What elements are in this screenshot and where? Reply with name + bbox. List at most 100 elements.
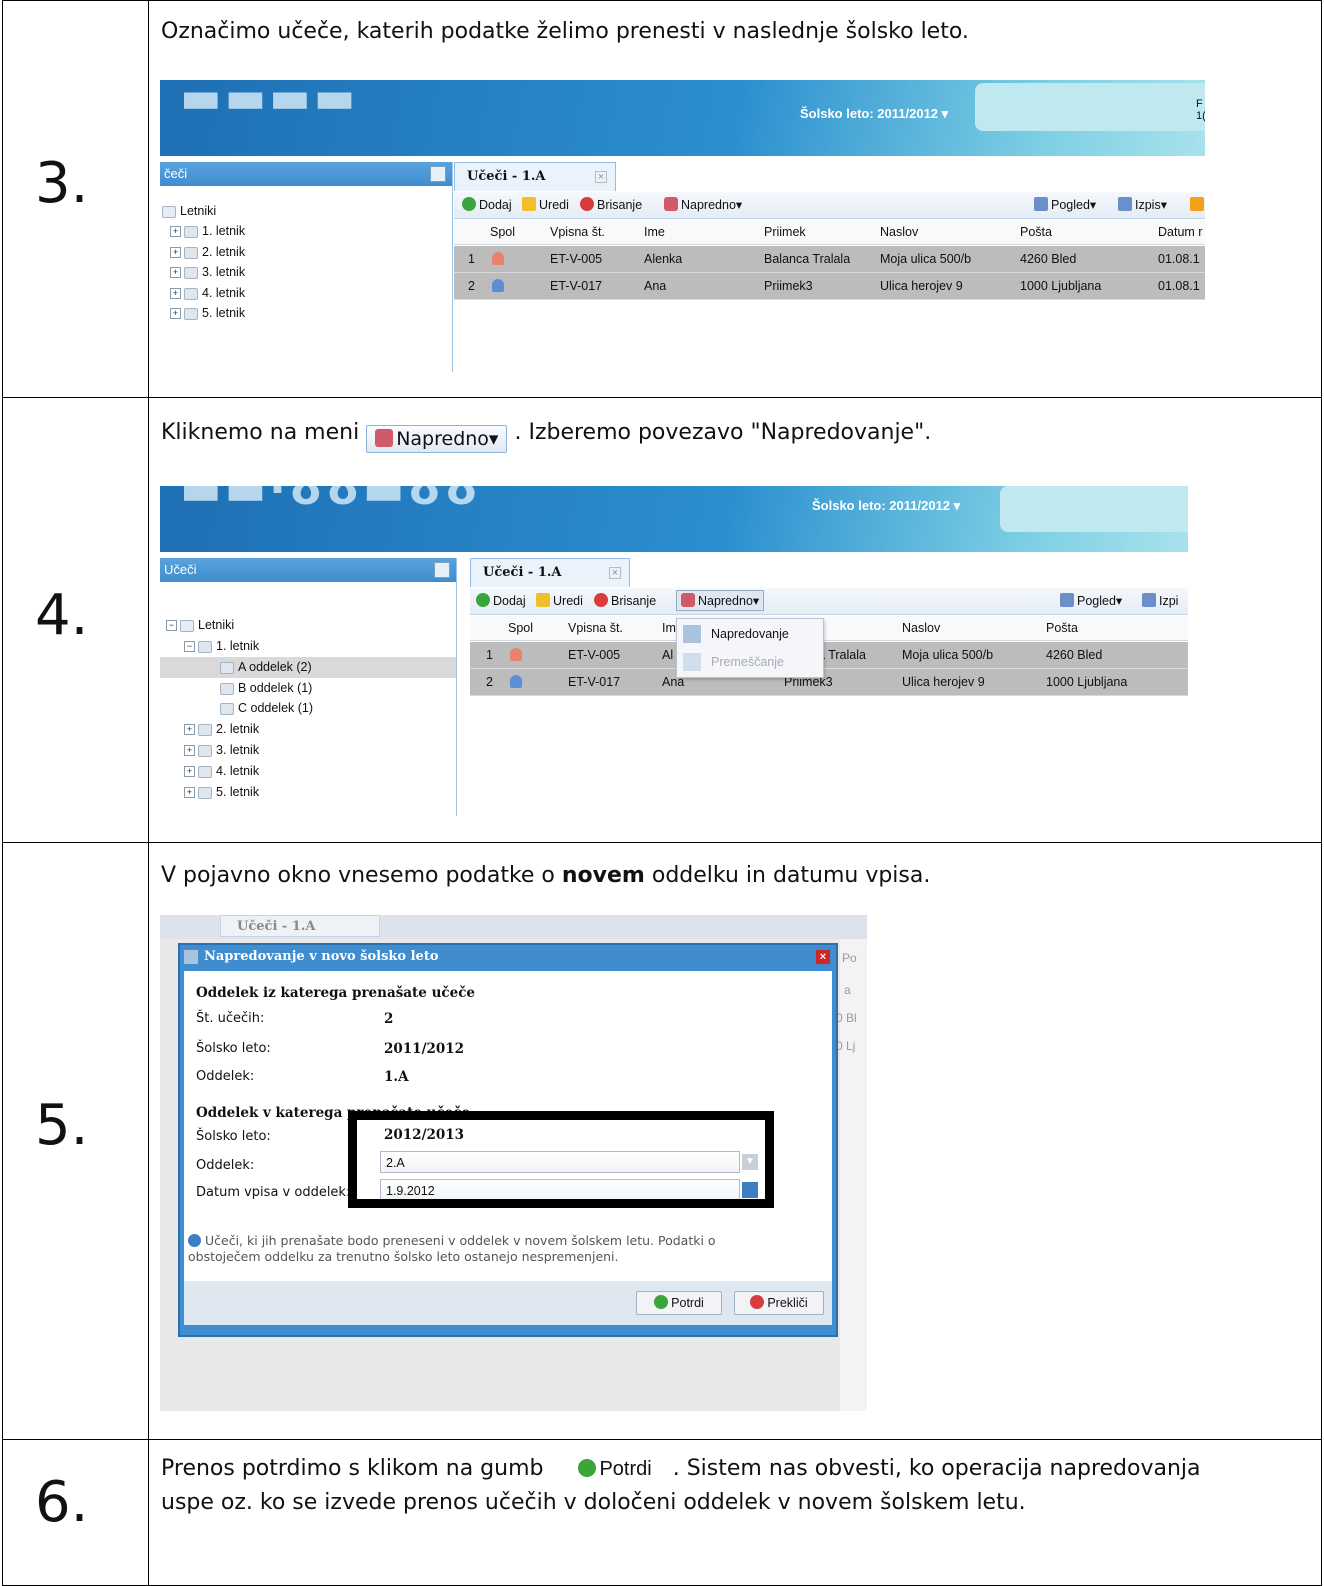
step-instruction: Kliknemo na meni Napredno▾ . Izberemo po… <box>161 420 931 453</box>
cancel-button[interactable]: Prekliči <box>734 1291 824 1315</box>
advanced-menu-button[interactable]: Napredno▾ <box>676 590 765 611</box>
edit-icon <box>536 593 550 607</box>
column-header[interactable]: Datum r <box>1158 225 1202 239</box>
collapse-tree-icon[interactable]: − <box>184 641 195 653</box>
delete-button[interactable]: Brisanje <box>594 593 656 608</box>
check-icon <box>578 1459 597 1477</box>
close-icon[interactable]: × <box>609 567 621 579</box>
tag-icon <box>184 266 198 279</box>
step-row-4: 4. Kliknemo na meni Napredno▾ . Izberemo… <box>2 397 1322 843</box>
add-button[interactable]: Dodaj <box>476 593 526 608</box>
table-row[interactable]: 1 ET-V-005 Al a Tralala Moja ulica 500/b… <box>470 642 1188 669</box>
tree-item-letnik[interactable]: +3. letnik <box>184 743 259 757</box>
edit-button[interactable]: Uredi <box>522 197 569 212</box>
grid-area: Učeči - 1.A × Dodaj Uredi Brisanje Napred… <box>470 558 1188 816</box>
advanced-icon <box>681 593 695 607</box>
edit-button[interactable]: Uredi <box>536 593 583 608</box>
collapse-tree-icon[interactable]: − <box>166 620 177 632</box>
new-solsko-leto-label: Šolsko leto: <box>196 1129 271 1144</box>
print-button[interactable]: Izpis▾ <box>1118 197 1167 212</box>
expand-icon[interactable]: + <box>170 247 181 259</box>
column-header[interactable]: Naslov <box>902 621 940 635</box>
tree-item-letnik[interactable]: +4. letnik <box>170 286 245 300</box>
view-icon <box>1060 593 1074 607</box>
tree-root[interactable]: Letniki <box>162 204 216 218</box>
advanced-menu-button[interactable]: Napredno▾ <box>664 197 742 212</box>
view-button[interactable]: Pogled▾ <box>1034 197 1096 212</box>
instruction-document: 3. Označimo učeče, katerih podatke želim… <box>0 0 1324 1586</box>
panel-title: čeči <box>164 166 188 181</box>
confirm-button[interactable]: Potrdi <box>636 1291 722 1315</box>
expand-icon[interactable]: + <box>184 724 195 736</box>
add-icon <box>462 197 476 211</box>
school-year-selector[interactable]: Šolsko leto: 2011/2012 ▾ <box>812 498 960 514</box>
tree-item-oddelek[interactable]: C oddelek (1) <box>220 701 313 715</box>
expand-icon[interactable]: + <box>170 226 181 238</box>
expand-icon[interactable]: + <box>184 787 195 799</box>
expand-icon[interactable]: + <box>184 766 195 778</box>
collapse-icon[interactable] <box>430 166 446 182</box>
print-button[interactable]: Izpi <box>1142 593 1178 608</box>
table-row[interactable]: 2 ET-V-017 Ana Priimek3 Ulica herojev 9 … <box>470 669 1188 696</box>
step-row-3: 3. Označimo učeče, katerih podatke želim… <box>2 0 1322 398</box>
step-instruction-line2: uspe oz. ko se izvede prenos učečih v do… <box>161 1490 1026 1515</box>
step-number-cell: 6. <box>3 1440 149 1585</box>
step-number: 6. <box>35 1470 89 1535</box>
table-row[interactable]: 1 ET-V-005 Alenka Balanca Tralala Moja u… <box>454 246 1205 273</box>
grid-header: Spol Vpisna št. Ime Priimek Naslov Pošta… <box>454 220 1205 245</box>
expand-icon[interactable]: + <box>170 288 181 300</box>
expand-icon[interactable]: + <box>184 745 195 757</box>
column-header[interactable]: Ime <box>644 225 665 239</box>
column-header[interactable]: Priimek <box>764 225 806 239</box>
collapse-icon[interactable] <box>434 562 450 578</box>
screenshot-step-4: ▬▬·ʊʊ▬ʊʊ Šolsko leto: 2011/2012 ▾ Učeči … <box>160 486 1188 816</box>
tree-item-letnik[interactable]: +3. letnik <box>170 265 245 279</box>
column-header[interactable]: Spol <box>490 225 515 239</box>
tree-root[interactable]: − Letniki <box>166 618 234 632</box>
menu-item-premescanje[interactable]: Premeščanje <box>711 655 784 669</box>
column-header[interactable]: Naslov <box>880 225 918 239</box>
cancel-icon <box>750 1295 765 1309</box>
column-header[interactable]: Vpisna št. <box>568 621 623 635</box>
close-icon[interactable]: × <box>816 950 830 964</box>
column-header[interactable]: Spol <box>508 621 533 635</box>
screenshot-step-5: Učeči - 1.A Po a 0 Bl 0 Lj Napredovanje … <box>160 915 867 1411</box>
printer-icon <box>1118 197 1132 211</box>
column-header[interactable]: Im <box>662 621 676 635</box>
tree-item-letnik[interactable]: −1. letnik <box>184 639 259 653</box>
table-row[interactable]: 2 ET-V-017 Ana Priimek3 Ulica herojev 9 … <box>454 273 1205 300</box>
tree-item-letnik[interactable]: +5. letnik <box>170 306 245 320</box>
column-header[interactable]: Pošta <box>1020 225 1052 239</box>
menu-item-napredovanje[interactable]: Napredovanje <box>711 627 789 641</box>
tree-item-letnik[interactable]: +1. letnik <box>170 224 245 238</box>
close-icon[interactable]: × <box>595 171 607 183</box>
tree-item-letnik[interactable]: +2. letnik <box>184 722 259 736</box>
tab-uceci[interactable]: Učeči - 1.A × <box>470 558 630 587</box>
user-info-box <box>975 83 1205 131</box>
edit-icon <box>522 197 536 211</box>
bg-fragment: Po <box>842 951 857 965</box>
expand-icon[interactable]: + <box>170 308 181 320</box>
tree-item-oddelek[interactable]: B oddelek (1) <box>220 681 312 695</box>
tag-icon <box>220 661 234 674</box>
settings-icon[interactable] <box>1190 197 1205 212</box>
tree-item-letnik[interactable]: +5. letnik <box>184 785 259 799</box>
delete-button[interactable]: Brisanje <box>580 197 642 212</box>
column-header[interactable]: Vpisna št. <box>550 225 605 239</box>
school-year-selector[interactable]: Šolsko leto: 2011/2012 ▾ <box>800 106 948 122</box>
step-number-cell: 3. <box>3 1 149 397</box>
add-button[interactable]: Dodaj <box>462 197 512 212</box>
step-instruction: V pojavno okno vnesemo podatke o novem o… <box>161 863 931 888</box>
left-panel: Učeči − Letniki −1. letnik A oddelek (2) … <box>160 558 457 816</box>
folder-icon <box>162 205 176 218</box>
column-header[interactable]: Pošta <box>1046 621 1078 635</box>
expand-icon[interactable]: + <box>170 267 181 279</box>
tree-item-oddelek[interactable]: A oddelek (2) <box>220 660 312 674</box>
tree-item-letnik[interactable]: +4. letnik <box>184 764 259 778</box>
tree-item-letnik[interactable]: +2. letnik <box>170 245 245 259</box>
tag-icon <box>184 225 198 238</box>
new-oddelek-label: Oddelek: <box>196 1158 255 1173</box>
printer-icon <box>1142 593 1156 607</box>
view-button[interactable]: Pogled▾ <box>1060 593 1122 608</box>
tab-uceci[interactable]: Učeči - 1.A × <box>454 162 616 191</box>
